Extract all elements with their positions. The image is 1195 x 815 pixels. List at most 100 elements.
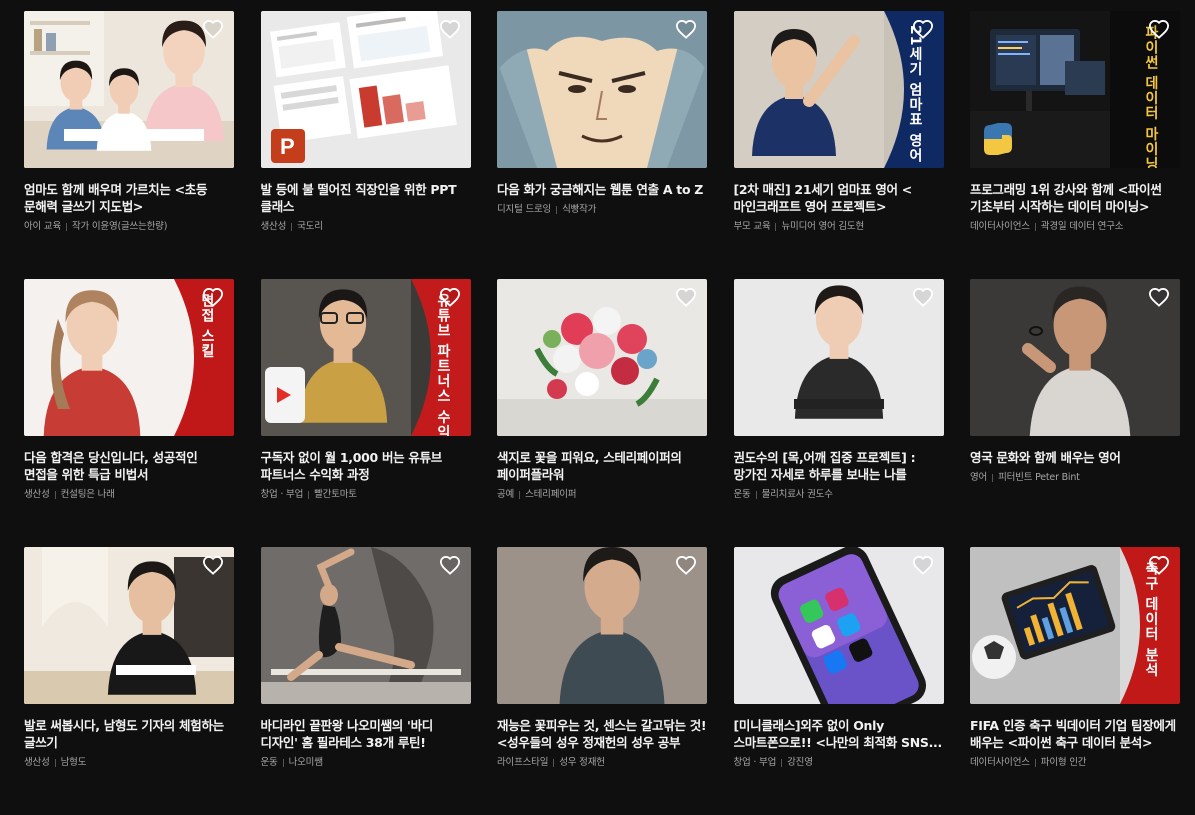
meta-divider — [282, 758, 284, 767]
class-title[interactable]: 엄마도 함께 배우며 가르치는 <초등 문해력 글쓰기 지도법> — [24, 181, 234, 215]
meta-divider — [54, 490, 56, 499]
class-category: 아이 교육 — [24, 221, 61, 232]
class-creator: 물리치료사 권도수 — [761, 489, 833, 500]
class-creator: 피터빈트 Peter Bint — [998, 472, 1080, 483]
class-thumbnail[interactable]: 유튜브 파트너스 수익화 — [260, 279, 471, 436]
class-meta: 창업 · 부업 빨간토마토 — [261, 488, 471, 501]
class-thumbnail[interactable]: 축구 데이터 분석 — [970, 547, 1180, 704]
class-thumbnail[interactable] — [497, 11, 707, 168]
class-meta: 운동 물리치료사 권도수 — [734, 488, 944, 501]
class-category: 창업 · 부업 — [733, 757, 777, 768]
heart-outline-icon[interactable] — [439, 19, 461, 39]
heart-outline-icon[interactable] — [1148, 555, 1170, 575]
class-card[interactable]: [미니클래스]외주 없이 Only 스마트폰으로!! <나만의 최적화 SNS.… — [733, 547, 944, 815]
class-card[interactable]: 색지로 꽃을 피워요, 스테리페이퍼의 페이퍼플라워공예 스테리페이퍼 — [497, 279, 707, 547]
class-card[interactable]: 파이썬 데이터 마이닝프로그래밍 1위 강사와 함께 <파이썬 기초부터 시작하… — [970, 11, 1180, 279]
class-thumbnail[interactable] — [733, 547, 944, 704]
heart-outline-icon[interactable] — [1148, 19, 1170, 39]
class-thumbnail[interactable] — [260, 547, 471, 704]
class-thumbnail[interactable]: P — [260, 11, 471, 168]
class-card[interactable]: 영국 문화와 함께 배우는 영어영어 피터빈트 Peter Bint — [970, 279, 1180, 547]
class-thumbnail[interactable]: 21세기 엄마표 영어 — [733, 11, 944, 168]
meta-divider — [553, 758, 555, 767]
class-thumbnail[interactable] — [733, 279, 944, 436]
heart-outline-icon[interactable] — [675, 287, 697, 307]
meta-divider — [519, 490, 521, 499]
class-category: 생산성 — [24, 757, 50, 768]
class-category: 라이프스타일 — [497, 757, 549, 768]
heart-outline-icon[interactable] — [1148, 287, 1170, 307]
meta-divider — [65, 222, 67, 231]
class-title[interactable]: 색지로 꽃을 피워요, 스테리페이퍼의 페이퍼플라워 — [497, 449, 707, 483]
heart-outline-icon[interactable] — [912, 19, 934, 39]
class-card[interactable]: 유튜브 파트너스 수익화구독자 없이 월 1,000 버는 유튜브 파트너스 수… — [260, 279, 471, 547]
meta-divider — [1034, 758, 1036, 767]
class-title[interactable]: FIFA 인증 축구 빅데이터 기업 팀장에게 배우는 <파이썬 축구 데이터 … — [970, 717, 1180, 751]
class-card[interactable]: 면접 스킬다음 합격은 당신입니다, 성공적인 면접을 위한 특급 비법서생산성… — [24, 279, 234, 547]
class-creator: 뉴미디어 영어 김도현 — [781, 221, 864, 232]
class-title[interactable]: 영국 문화와 함께 배우는 영어 — [970, 449, 1180, 466]
class-card[interactable]: 권도수의 [목,어깨 집중 프로젝트] : 망가진 자세로 하루를 보내는 나를… — [733, 279, 944, 547]
class-title[interactable]: [2차 매진] 21세기 엄마표 영어 < 마인크래프트 영어 프로젝트> — [734, 181, 944, 215]
meta-divider — [291, 222, 293, 231]
thumbnail-banner-text: 21세기 엄마표 영어 — [907, 25, 923, 164]
class-category: 데이터사이언스 — [970, 221, 1030, 232]
class-card[interactable]: 축구 데이터 분석 FIFA 인증 축구 빅데이터 기업 팀장에게 배우는 <파이… — [970, 547, 1180, 815]
class-creator: 스테리페이퍼 — [525, 489, 577, 500]
class-title[interactable]: 재능은 꽃피우는 것, 센스는 갈고닦는 것! <성우들의 성우 정재헌의 성우… — [497, 717, 707, 751]
class-meta: 데이터사이언스 곽경일 데이터 연구소 — [970, 220, 1180, 233]
class-title[interactable]: 발로 써봅시다, 남형도 기자의 체험하는 글쓰기 — [24, 717, 234, 751]
class-category: 운동 — [733, 489, 751, 500]
class-meta: 생산성 컨설팅은 나래 — [24, 488, 234, 501]
heart-outline-icon[interactable] — [675, 555, 697, 575]
class-thumbnail[interactable]: 면접 스킬 — [24, 279, 234, 436]
class-meta: 공예 스테리페이퍼 — [497, 488, 707, 501]
class-card[interactable]: 21세기 엄마표 영어 [2차 매진] 21세기 엄마표 영어 < 마인크래프트 … — [733, 11, 944, 279]
heart-outline-icon[interactable] — [912, 555, 934, 575]
meta-divider — [54, 758, 56, 767]
class-title[interactable]: 다음 합격은 당신입니다, 성공적인 면접을 위한 특급 비법서 — [24, 449, 234, 483]
class-category: 데이터사이언스 — [970, 757, 1030, 768]
class-title[interactable]: 발 등에 불 떨어진 직장인을 위한 PPT 클래스 — [261, 181, 471, 215]
class-card[interactable]: 재능은 꽃피우는 것, 센스는 갈고닦는 것! <성우들의 성우 정재헌의 성우… — [497, 547, 707, 815]
class-title[interactable]: 프로그래밍 1위 강사와 함께 <파이썬 기초부터 시작하는 데이터 마이닝> — [970, 181, 1180, 215]
class-meta: 라이프스타일 성우 정재헌 — [497, 756, 707, 769]
class-title[interactable]: 다음 화가 궁금해지는 웹툰 연출 A to Z — [497, 181, 707, 198]
class-thumbnail[interactable] — [24, 11, 234, 168]
heart-outline-icon[interactable] — [675, 19, 697, 39]
class-meta: 아이 교육 작가 이윤영(글쓰는한량) — [24, 220, 234, 233]
class-category: 생산성 — [260, 221, 287, 232]
class-creator: 식빵작가 — [562, 204, 597, 215]
class-title[interactable]: 바디라인 끝판왕 나오미쌤의 '바디 디자인' 홈 필라테스 38개 루틴! — [261, 717, 471, 751]
class-title[interactable]: 권도수의 [목,어깨 집중 프로젝트] : 망가진 자세로 하루를 보내는 나를… — [734, 449, 944, 483]
class-card[interactable]: P 발 등에 불 떨어진 직장인을 위한 PPT 클래스생산성 국도리 — [260, 11, 471, 279]
class-meta: 부모 교육 뉴미디어 영어 김도현 — [734, 220, 944, 233]
heart-outline-icon[interactable] — [439, 555, 461, 575]
class-creator: 국도리 — [297, 221, 323, 232]
class-category: 영어 — [970, 472, 988, 483]
class-card[interactable]: 다음 화가 궁금해지는 웹툰 연출 A to Z 디지털 드로잉 식빵작가 — [497, 11, 707, 279]
class-thumbnail[interactable]: 파이썬 데이터 마이닝 — [970, 11, 1180, 168]
class-card[interactable]: 발로 써봅시다, 남형도 기자의 체험하는 글쓰기 생산성 남형도 — [24, 547, 234, 815]
meta-divider — [755, 490, 757, 499]
class-title[interactable]: 구독자 없이 월 1,000 버는 유튜브 파트너스 수익화 과정 — [261, 449, 471, 483]
class-thumbnail[interactable] — [497, 547, 707, 704]
class-creator: 파이형 인간 — [1040, 757, 1087, 768]
heart-outline-icon[interactable] — [202, 19, 224, 39]
class-thumbnail[interactable] — [970, 279, 1180, 436]
heart-outline-icon[interactable] — [202, 287, 224, 307]
class-card[interactable]: 엄마도 함께 배우며 가르치는 <초등 문해력 글쓰기 지도법> 아이 교육 작가 … — [24, 11, 234, 279]
class-meta: 운동 나오미쌤 — [261, 756, 471, 769]
heart-outline-icon[interactable] — [912, 287, 934, 307]
meta-divider — [781, 758, 783, 767]
class-creator: 빨간토마토 — [314, 489, 357, 500]
class-card[interactable]: 바디라인 끝판왕 나오미쌤의 '바디 디자인' 홈 필라테스 38개 루틴! 운동… — [260, 547, 471, 815]
heart-outline-icon[interactable] — [202, 555, 224, 575]
svg-text:P: P — [280, 134, 295, 159]
class-creator: 곽경일 데이터 연구소 — [1040, 221, 1124, 232]
meta-divider — [556, 205, 558, 214]
class-thumbnail[interactable] — [497, 279, 707, 436]
heart-outline-icon[interactable] — [439, 287, 461, 307]
class-thumbnail[interactable] — [24, 547, 234, 704]
class-title[interactable]: [미니클래스]외주 없이 Only 스마트폰으로!! <나만의 최적화 SNS.… — [734, 717, 944, 751]
